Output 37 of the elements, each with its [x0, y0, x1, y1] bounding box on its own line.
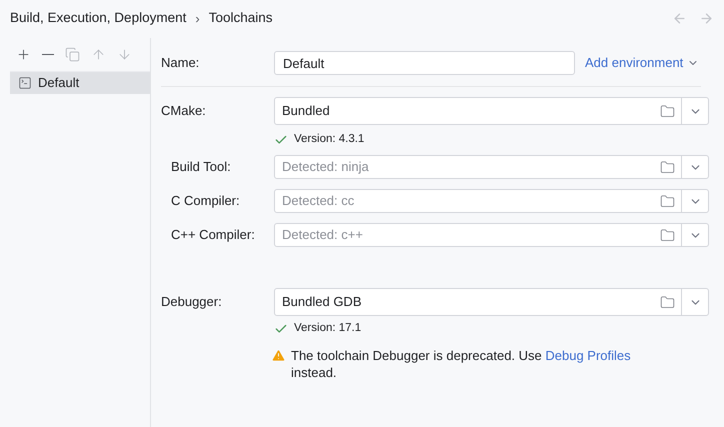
breadcrumb-current: Toolchains — [208, 9, 272, 28]
minus-icon — [42, 54, 54, 56]
field-label: C Compiler: — [171, 192, 241, 210]
combo-placeholder: Detected: ninja — [281, 158, 370, 176]
terminal-icon — [18, 76, 32, 90]
folder-icon — [660, 294, 674, 310]
combo-value: Bundled — [281, 102, 331, 120]
folder-icon — [660, 160, 674, 174]
combo-box[interactable]: Bundled — [274, 97, 709, 125]
breadcrumb-separator: › — [195, 10, 200, 28]
minus-button[interactable] — [42, 54, 54, 56]
add-button[interactable] — [16, 47, 31, 62]
field-label: Build Tool: — [171, 158, 232, 176]
warning-icon — [271, 348, 286, 363]
folder-icon — [660, 194, 674, 208]
debug-profiles-link[interactable]: Debug Profiles — [545, 348, 631, 363]
forward-arrow-icon[interactable] — [699, 11, 714, 26]
folder-icon — [660, 104, 674, 118]
name-field[interactable]: Default — [274, 51, 575, 75]
version-text: Version: 4.3.1 — [294, 132, 364, 148]
folder-icon — [660, 228, 674, 242]
copy-icon — [65, 47, 80, 62]
field-label: C++ Compiler: — [171, 226, 256, 244]
combo-box[interactable]: Bundled GDB — [274, 288, 709, 316]
down-arrow-icon — [117, 47, 132, 62]
combo-placeholder: Detected: c++ — [281, 226, 364, 244]
toolchain-item[interactable]: Default — [10, 72, 150, 94]
version-text: Version: 17.1 — [294, 321, 362, 336]
combo-value: Bundled GDB — [281, 293, 362, 312]
field-label: Debugger: — [161, 293, 223, 312]
field-label: CMake: — [161, 102, 207, 120]
combo-placeholder: Detected: cc — [281, 192, 356, 210]
add-icon — [16, 47, 31, 62]
breadcrumb-parent[interactable]: Build, Execution, Deployment — [10, 8, 186, 29]
warning-message: The toolchain Debugger is deprecated. Use Debug Profiles instead. — [291, 347, 632, 381]
field-label: Name: — [161, 54, 200, 72]
add-environment-link[interactable]: Add environment — [585, 53, 700, 73]
